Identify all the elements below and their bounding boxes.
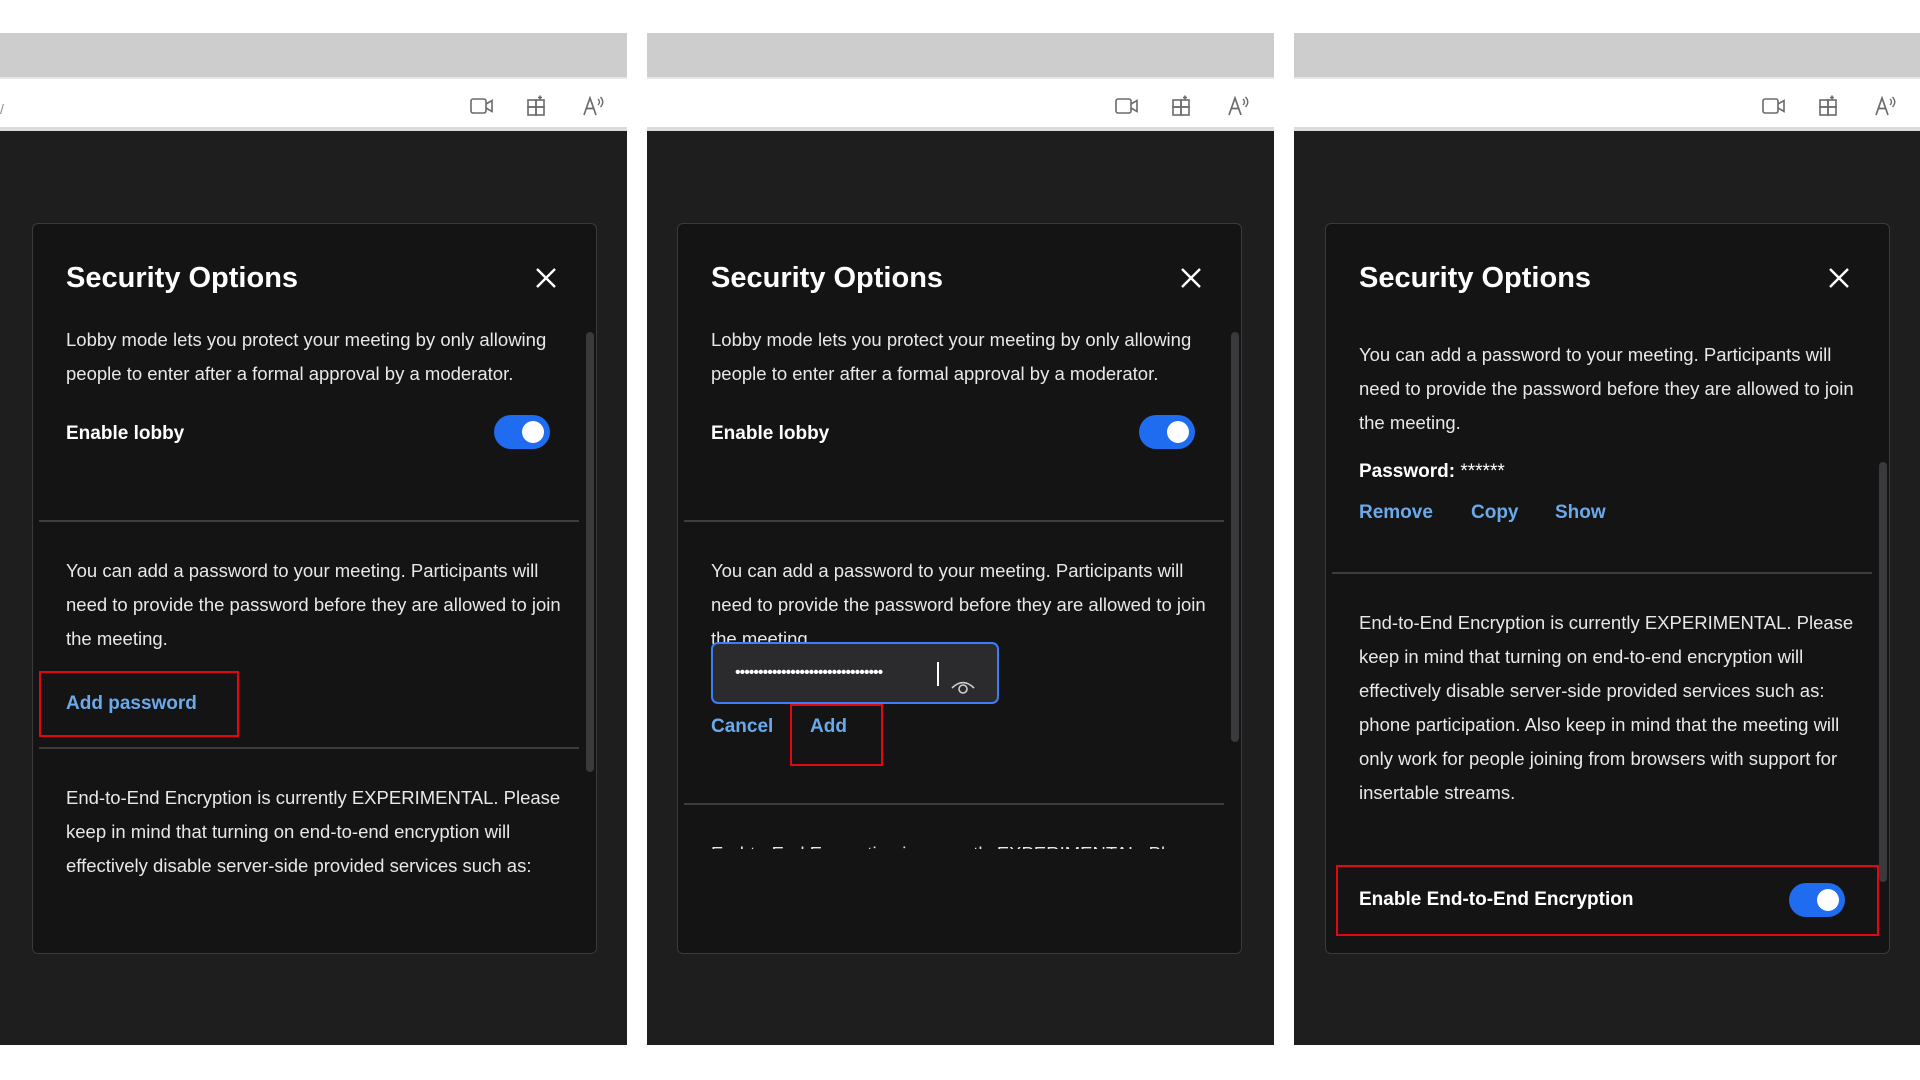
- toggle-knob: [522, 421, 544, 443]
- lobby-description: Lobby mode lets you protect your meeting…: [711, 329, 1192, 384]
- toggle-knob: [1817, 889, 1839, 911]
- security-options-dialog: Security Options Lobby mode lets you pro…: [32, 223, 597, 954]
- cancel-button[interactable]: Cancel: [711, 716, 773, 738]
- lobby-label: Enable lobby: [66, 423, 185, 444]
- extensions-icon[interactable]: [524, 94, 550, 118]
- password-description: You can add a password to your meeting. …: [1359, 344, 1854, 433]
- dialog-title: Security Options: [1359, 262, 1592, 294]
- read-aloud-icon[interactable]: [1226, 94, 1252, 118]
- close-icon[interactable]: [534, 266, 558, 290]
- e2ee-toggle[interactable]: [1789, 883, 1845, 917]
- tab-bar: [1294, 33, 1920, 77]
- lobby-description: Lobby mode lets you protect your meeting…: [66, 329, 547, 384]
- toggle-knob: [1167, 421, 1189, 443]
- password-description: You can add a password to your meeting. …: [66, 560, 561, 649]
- extensions-icon[interactable]: [1169, 94, 1195, 118]
- section-divider: [684, 803, 1224, 805]
- scrollbar[interactable]: [1231, 332, 1239, 742]
- extensions-icon[interactable]: [1816, 94, 1842, 118]
- lobby-toggle[interactable]: [494, 415, 550, 449]
- password-description: You can add a password to your meeting. …: [711, 560, 1206, 649]
- video-icon[interactable]: [1114, 94, 1140, 118]
- browser-panel-2: Security Options Lobby mode lets you pro…: [647, 33, 1274, 1045]
- password-input-value: ••••••••••••••••••••••••••••••••: [735, 664, 883, 681]
- add-password-link[interactable]: Add password: [66, 693, 197, 715]
- address-fragment: /: [0, 101, 4, 117]
- section-divider: [684, 520, 1224, 522]
- section-divider: [39, 520, 579, 522]
- browser-panel-3: Security Options You can add a password …: [1294, 33, 1920, 1045]
- dialog-footer-mask: [678, 849, 1241, 953]
- close-icon[interactable]: [1179, 266, 1203, 290]
- security-options-dialog: Security Options Lobby mode lets you pro…: [677, 223, 1242, 954]
- password-masked-value: ******: [1460, 461, 1505, 482]
- lobby-toggle[interactable]: [1139, 415, 1195, 449]
- dialog-title: Security Options: [66, 262, 299, 294]
- remove-password-link[interactable]: Remove: [1359, 502, 1433, 524]
- show-password-link[interactable]: Show: [1555, 502, 1606, 524]
- eye-icon[interactable]: [951, 664, 975, 722]
- address-bar: /: [0, 77, 627, 131]
- scrollbar[interactable]: [586, 332, 594, 772]
- video-icon[interactable]: [469, 94, 495, 118]
- text-caret: [937, 662, 939, 686]
- section-divider: [39, 747, 579, 749]
- section-divider: [1332, 572, 1872, 574]
- security-options-dialog: Security Options You can add a password …: [1325, 223, 1890, 954]
- add-button[interactable]: Add: [810, 716, 847, 738]
- e2ee-label: Enable End-to-End Encryption: [1359, 889, 1634, 910]
- browser-panel-1: / Security Options Lobby mode lets you p…: [0, 33, 627, 1045]
- read-aloud-icon[interactable]: [1873, 94, 1899, 118]
- tab-bar: [0, 33, 627, 77]
- password-label-text: Password:: [1359, 461, 1456, 482]
- copy-password-link[interactable]: Copy: [1471, 502, 1519, 524]
- close-icon[interactable]: [1827, 266, 1851, 290]
- dialog-footer-mask: [33, 883, 596, 953]
- lobby-label: Enable lobby: [711, 423, 830, 444]
- password-input[interactable]: ••••••••••••••••••••••••••••••••: [711, 642, 999, 704]
- dialog-title: Security Options: [711, 262, 944, 294]
- address-bar: [1294, 77, 1920, 131]
- screenshot-composite: / Security Options Lobby mode lets you p…: [0, 0, 1920, 1080]
- tab-bar: [647, 33, 1274, 77]
- e2ee-description: End-to-End Encryption is currently EXPER…: [1359, 612, 1854, 803]
- password-label: Password: ******: [1359, 461, 1505, 483]
- read-aloud-icon[interactable]: [581, 94, 607, 118]
- address-bar: [647, 77, 1274, 131]
- video-icon[interactable]: [1761, 94, 1787, 118]
- scrollbar[interactable]: [1879, 462, 1887, 882]
